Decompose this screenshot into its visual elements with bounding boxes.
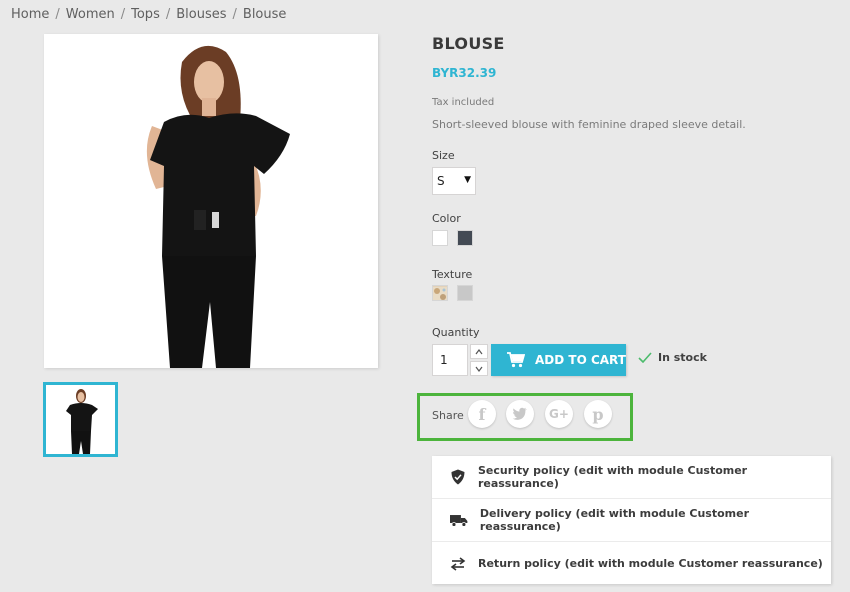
arrows-icon xyxy=(450,556,466,571)
breadcrumb-separator: / xyxy=(232,7,237,22)
quantity-label: Quantity xyxy=(432,326,480,339)
google-plus-icon: G+ xyxy=(549,407,569,421)
pinterest-icon: p xyxy=(592,404,604,424)
texture-swatch-gray[interactable] xyxy=(457,285,473,301)
quantity-input[interactable]: 1 xyxy=(432,344,468,376)
chevron-up-icon xyxy=(475,348,483,354)
texture-label: Texture xyxy=(432,268,473,281)
add-to-cart-label: ADD TO CART xyxy=(535,353,626,367)
product-main-image[interactable] xyxy=(44,34,378,368)
stock-status: In stock xyxy=(638,351,707,364)
quantity-decrease-button[interactable] xyxy=(470,361,488,376)
breadcrumb-separator: / xyxy=(165,7,171,22)
reassurance-delivery-text: Delivery policy (edit with module Custom… xyxy=(479,507,750,533)
breadcrumb: Home / Women / Tops / Blouses / Blouse xyxy=(11,7,286,22)
checkmark-icon xyxy=(638,352,652,363)
twitter-share-button[interactable] xyxy=(506,400,534,428)
size-selected-value: S xyxy=(437,174,445,188)
color-label: Color xyxy=(432,212,461,225)
thumbnail-photo xyxy=(46,385,115,454)
tax-note: Tax included xyxy=(432,97,495,108)
size-select[interactable]: S ▼ xyxy=(432,167,476,195)
breadcrumb-blouses[interactable]: Blouses xyxy=(176,7,226,22)
twitter-icon xyxy=(512,407,527,420)
reassurance-return: Return policy (edit with module Customer… xyxy=(432,542,831,585)
reassurance-security: Security policy (edit with module Custom… xyxy=(432,456,831,499)
product-title: BLOUSE xyxy=(432,34,505,53)
share-label: Share xyxy=(432,409,464,422)
product-photo xyxy=(44,34,378,368)
texture-pattern-icon xyxy=(433,287,447,300)
color-swatch-dark-gray[interactable] xyxy=(457,230,473,246)
size-label: Size xyxy=(432,149,455,162)
breadcrumb-women[interactable]: Women xyxy=(66,7,115,22)
quantity-increase-button[interactable] xyxy=(470,344,488,359)
breadcrumb-separator: / xyxy=(55,7,60,22)
product-thumbnail[interactable] xyxy=(43,382,118,457)
product-description: Short-sleeved blouse with feminine drape… xyxy=(432,118,746,131)
breadcrumb-tops[interactable]: Tops xyxy=(131,7,160,22)
stock-label: In stock xyxy=(658,351,707,364)
chevron-down-icon: ▼ xyxy=(464,175,471,185)
facebook-share-button[interactable]: f xyxy=(468,400,496,428)
add-to-cart-button[interactable]: ADD TO CART xyxy=(491,344,626,376)
product-price: BYR32.39 xyxy=(432,66,497,80)
chevron-down-icon xyxy=(475,366,483,372)
texture-swatch-pattern[interactable] xyxy=(432,285,448,301)
reassurance-security-text: Security policy (edit with module Custom… xyxy=(477,464,748,490)
cart-icon xyxy=(507,352,525,368)
breadcrumb-home[interactable]: Home xyxy=(11,7,49,22)
facebook-icon: f xyxy=(478,404,486,424)
reassurance-delivery: Delivery policy (edit with module Custom… xyxy=(432,499,831,542)
reassurance-return-text: Return policy (edit with module Customer… xyxy=(478,557,823,570)
breadcrumb-separator: / xyxy=(120,7,126,22)
reassurance-panel: Security policy (edit with module Custom… xyxy=(432,456,831,584)
breadcrumb-current: Blouse xyxy=(242,7,287,22)
color-swatch-white[interactable] xyxy=(432,230,448,246)
truck-icon xyxy=(450,515,468,527)
google-plus-share-button[interactable]: G+ xyxy=(545,400,573,428)
pinterest-share-button[interactable]: p xyxy=(584,400,612,428)
shield-icon xyxy=(451,469,465,485)
